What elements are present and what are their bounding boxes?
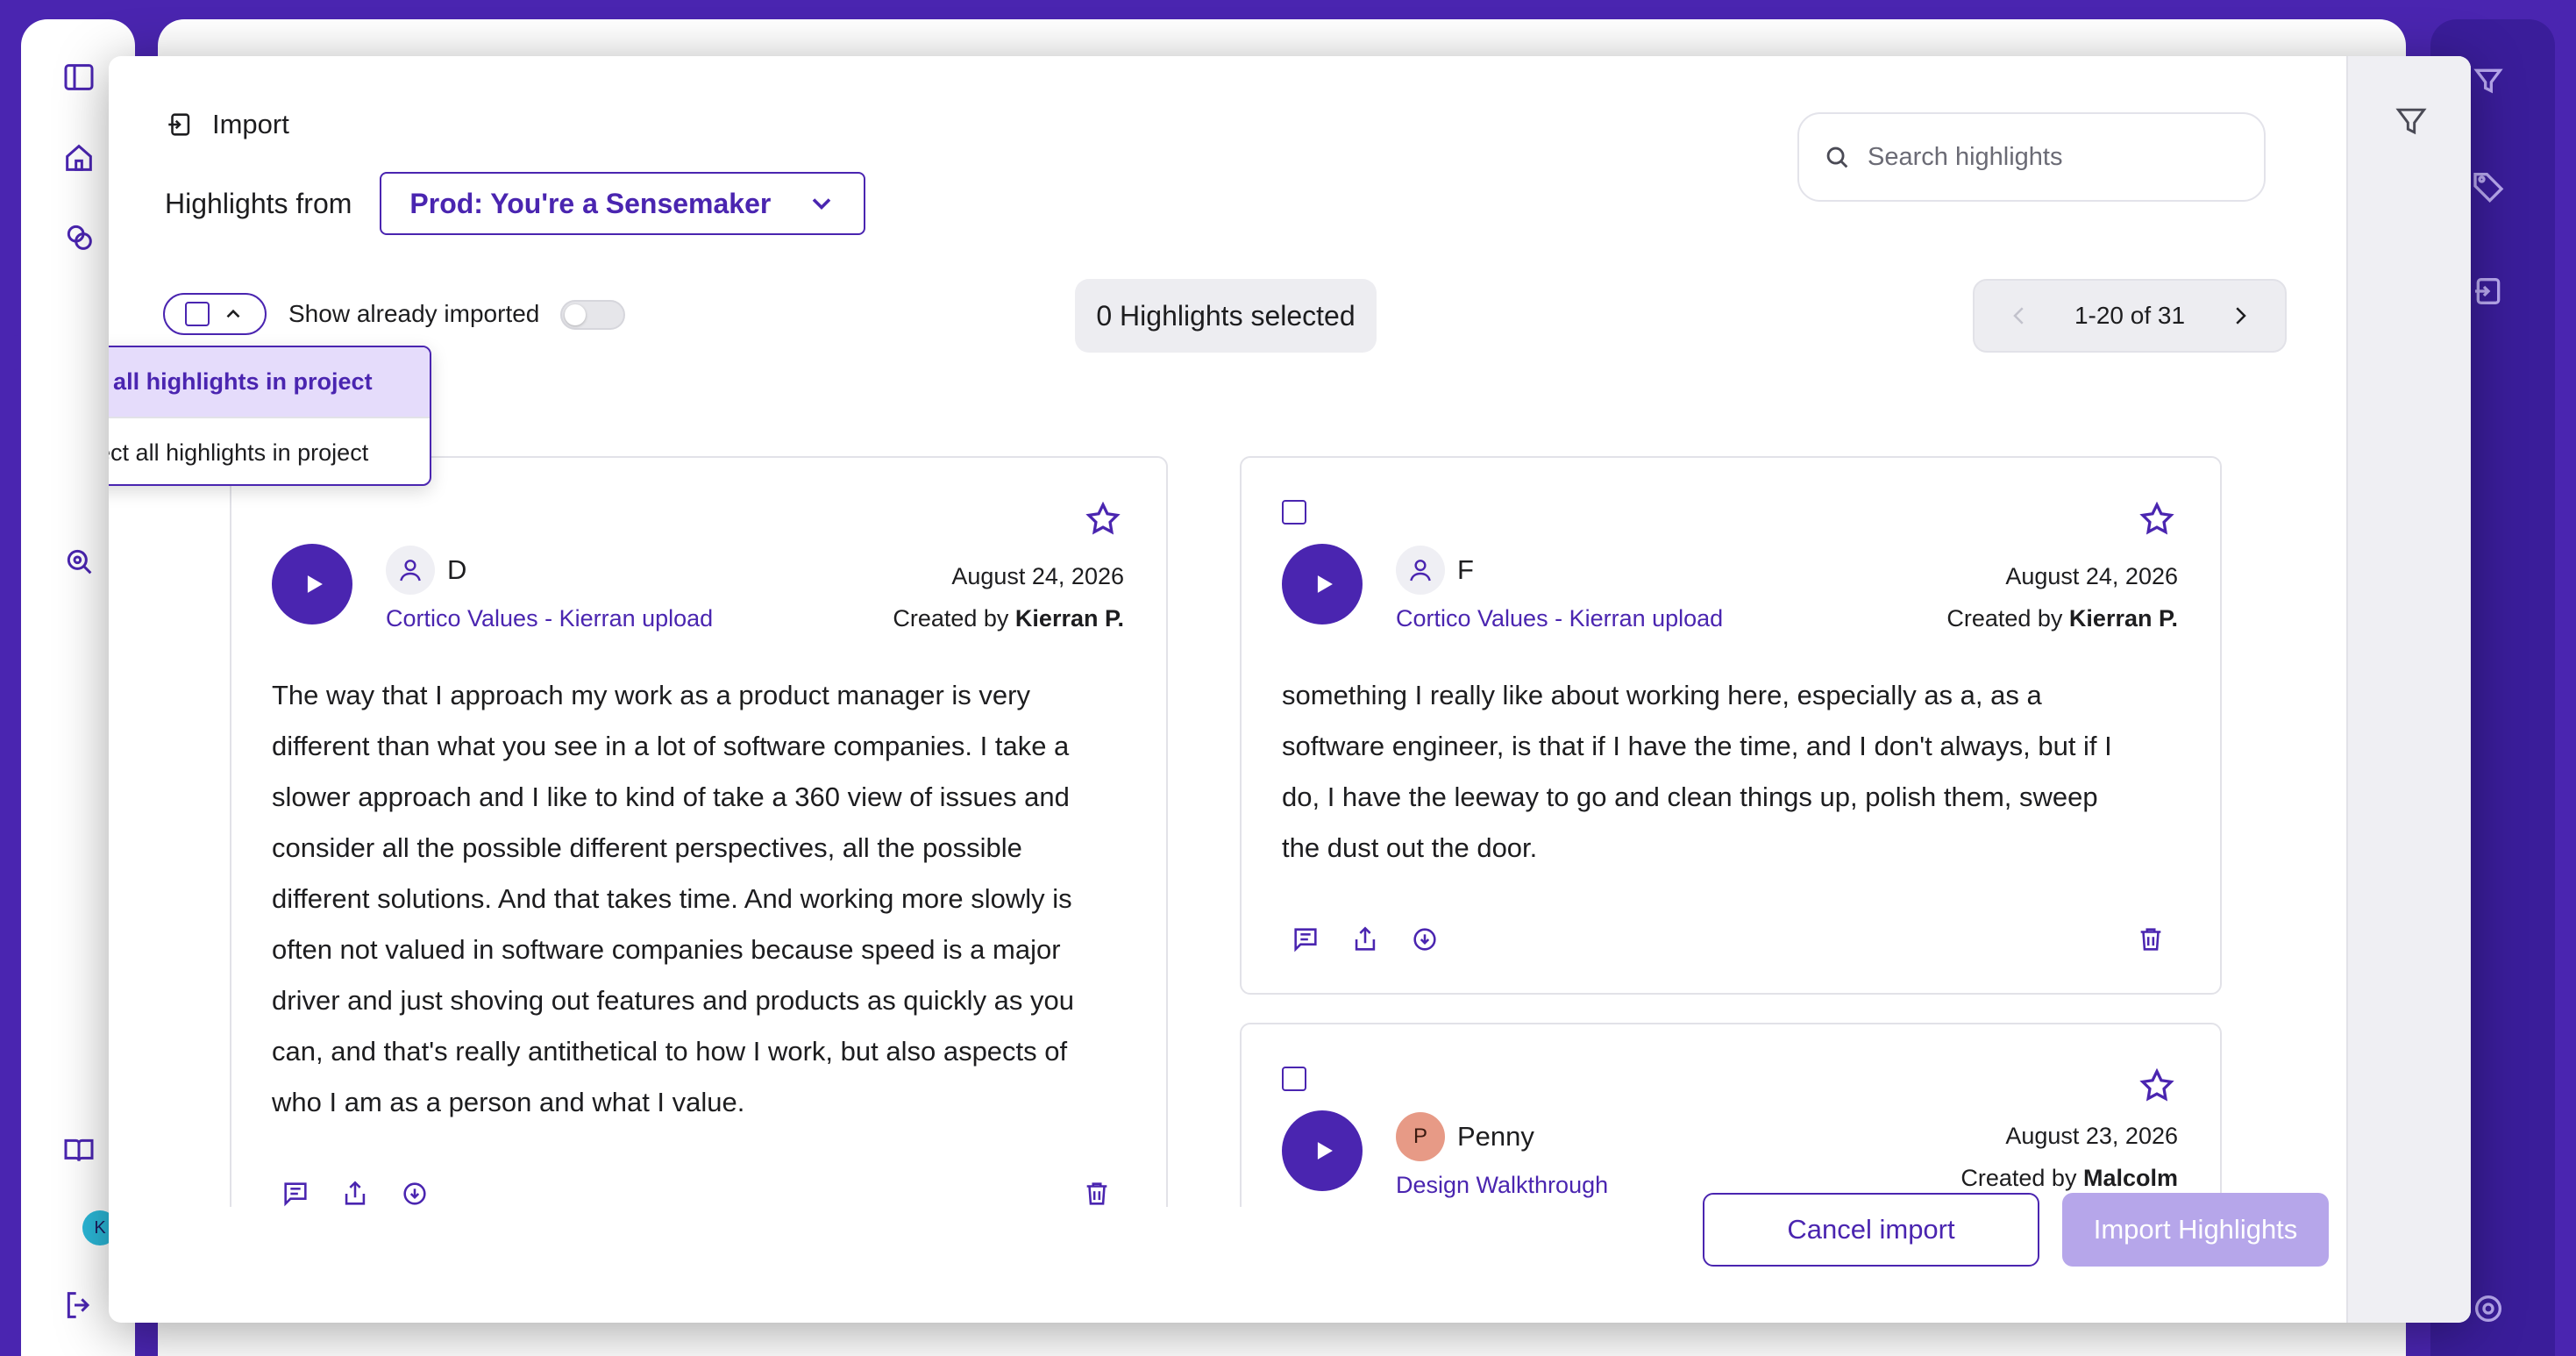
highlight-quote: The way that I approach my work as a pro…: [272, 680, 1075, 1117]
show-imported-toggle[interactable]: [560, 300, 625, 330]
chevron-up-icon[interactable]: [222, 303, 245, 325]
comment-icon[interactable]: [281, 1179, 310, 1207]
star-icon[interactable]: [2138, 500, 2176, 539]
speaker: P Penny: [1396, 1112, 1534, 1161]
highlight-card[interactable]: F Cortico Values - Kierran upload August…: [1240, 456, 2222, 995]
select-all-checkbox[interactable]: [185, 302, 210, 326]
speaker-name: F: [1457, 554, 1474, 585]
download-icon[interactable]: [400, 1179, 430, 1207]
comment-icon[interactable]: [1291, 924, 1320, 954]
home-icon[interactable]: [60, 139, 98, 177]
filter-icon[interactable]: [2392, 102, 2430, 140]
import-highlights-button[interactable]: Import Highlights: [2062, 1193, 2329, 1267]
card-actions: [281, 1179, 430, 1207]
cancel-import-button[interactable]: Cancel import: [1703, 1193, 2039, 1267]
speaker: D: [386, 546, 466, 595]
search-insights-icon[interactable]: [60, 542, 98, 581]
source-link[interactable]: Design Walkthrough: [1396, 1172, 1608, 1199]
import-icon: [168, 113, 190, 136]
created-by: Created by Kierran P.: [1946, 605, 2178, 632]
card-actions: [1291, 924, 1440, 954]
chevron-down-icon: [813, 198, 831, 211]
highlight-cards-area: D Cortico Values - Kierran upload August…: [109, 396, 2346, 1207]
speaker-avatar: [1396, 546, 1445, 595]
share-icon[interactable]: [340, 1179, 370, 1207]
share-icon[interactable]: [1350, 924, 1380, 954]
pagination: 1-20 of 31: [1973, 279, 2287, 353]
search-box[interactable]: [1797, 112, 2266, 202]
help-icon[interactable]: [2471, 1291, 2513, 1333]
speaker-avatar: [386, 546, 435, 595]
source-link[interactable]: Cortico Values - Kierran upload: [386, 605, 713, 632]
sidebar-toggle-icon[interactable]: [60, 58, 98, 96]
highlight-date: August 23, 2026: [2005, 1123, 2178, 1149]
play-button[interactable]: [1282, 1110, 1363, 1191]
project-select-value: Prod: You're a Sensemaker: [409, 187, 772, 219]
conversations-icon[interactable]: [60, 218, 98, 256]
book-icon[interactable]: [60, 1131, 98, 1170]
trash-icon[interactable]: [1082, 1179, 1112, 1207]
person-icon: [1410, 560, 1431, 582]
speaker: F: [1396, 546, 1474, 595]
import-icon[interactable]: [2471, 274, 2513, 316]
speaker-name: D: [447, 554, 467, 585]
play-button[interactable]: [1282, 544, 1363, 624]
select-all-menu-item[interactable]: Select all highlights in project: [109, 347, 430, 417]
star-icon[interactable]: [1084, 500, 1122, 539]
bulk-select-control[interactable]: [163, 293, 267, 335]
highlight-checkbox[interactable]: [1282, 500, 1306, 525]
person-icon: [400, 560, 421, 582]
created-by: Created by Kierran P.: [893, 605, 1124, 632]
bulk-select-menu: Select all highlights in project Deselec…: [109, 346, 431, 486]
logout-icon[interactable]: [60, 1286, 98, 1324]
speaker-name: Penny: [1457, 1121, 1534, 1152]
highlight-date: August 24, 2026: [2005, 563, 2178, 589]
speaker-avatar: P: [1396, 1112, 1445, 1161]
highlights-from-row: Highlights from Prod: You're a Sensemake…: [165, 172, 866, 235]
import-modal: Import Highlights from Prod: You're a Se…: [109, 56, 2471, 1323]
search-input[interactable]: [1868, 142, 2236, 172]
highlights-from-label: Highlights from: [165, 187, 352, 219]
source-link[interactable]: Cortico Values - Kierran upload: [1396, 605, 1723, 632]
highlight-checkbox[interactable]: [1282, 1067, 1306, 1091]
highlight-card[interactable]: D Cortico Values - Kierran upload August…: [230, 456, 1168, 1207]
chevron-left-icon[interactable]: [2006, 303, 2032, 329]
modal-title-row: Import: [165, 109, 289, 140]
star-icon[interactable]: [2138, 1067, 2176, 1105]
deselect-all-menu-item[interactable]: Deselect all highlights in project: [109, 418, 430, 484]
play-icon: [1317, 575, 1333, 593]
tag-icon[interactable]: [2471, 168, 2513, 211]
trash-icon[interactable]: [2136, 924, 2166, 954]
play-icon: [1317, 1142, 1333, 1160]
highlight-date: August 24, 2026: [951, 563, 1124, 589]
project-select[interactable]: Prod: You're a Sensemaker: [380, 172, 866, 235]
show-imported-label: Show already imported: [288, 300, 540, 327]
sidebar-active-indicator: [0, 335, 21, 370]
search-icon: [1826, 146, 1848, 168]
pagination-range: 1-20 of 31: [2074, 302, 2186, 329]
highlight-quote: something I really like about working he…: [1282, 680, 2112, 863]
modal-title: Import: [212, 109, 289, 139]
play-icon: [307, 575, 323, 593]
download-icon[interactable]: [1410, 924, 1440, 954]
filter-icon[interactable]: [2471, 63, 2513, 105]
play-button[interactable]: [272, 544, 352, 624]
chevron-right-icon[interactable]: [2227, 303, 2253, 329]
highlight-card[interactable]: P Penny Design Walkthrough August 23, 20…: [1240, 1023, 2222, 1207]
modal-filter-panel: [2346, 56, 2471, 1323]
selected-count-badge: 0 Highlights selected: [1075, 279, 1377, 353]
